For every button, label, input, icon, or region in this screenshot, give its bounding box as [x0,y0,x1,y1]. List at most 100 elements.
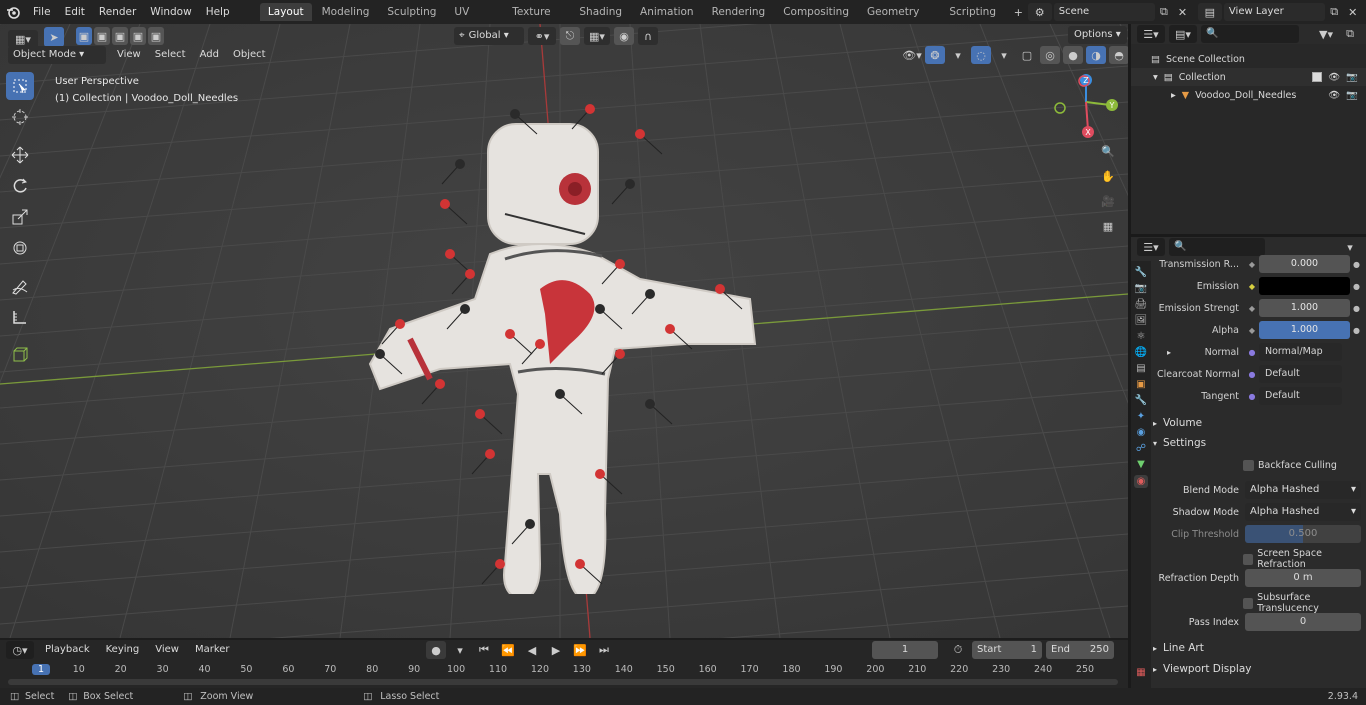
gizmo-dropdown-icon[interactable]: ▾ [948,46,968,64]
tab-texture-paint[interactable]: Texture Paint [504,3,569,36]
jump-start-icon[interactable]: ⏮ [474,641,494,659]
new-view-layer-icon[interactable]: ⧉ [1325,3,1344,21]
cursor-tool-icon[interactable] [6,103,34,131]
scale-tool-icon[interactable] [6,203,34,231]
delete-view-layer-icon[interactable]: ✕ [1343,3,1362,21]
start-frame-field[interactable]: Start 1 [972,641,1042,659]
linked-value-field[interactable]: Default [1259,365,1342,383]
wireframe-shading-icon[interactable]: ◎ [1040,46,1060,64]
select-intersect-icon[interactable]: ▣ [148,27,164,45]
voodoo-doll-model[interactable] [340,94,780,594]
move-tool-icon[interactable] [6,141,34,169]
menu-window[interactable]: Window [143,0,198,24]
navigation-gizmo[interactable]: Z Y X [1048,70,1120,142]
viewport-menu-add[interactable]: Add [193,46,226,64]
select-subtract-icon[interactable]: ▣ [112,27,128,45]
tab-uv-editing[interactable]: UV Editing [446,3,502,36]
view-layer-icon[interactable]: ▤ [1197,3,1222,21]
zoom-icon[interactable]: 🔍 [1098,142,1118,160]
overlay-toggle-icon[interactable]: ◌ [971,46,991,64]
viewport-menu-select[interactable]: Select [148,46,193,64]
tab-modeling[interactable]: Modeling [314,3,378,21]
select-new-icon[interactable]: ▣ [76,27,92,45]
tab-shading[interactable]: Shading [571,3,630,21]
color-swatch[interactable] [1259,277,1350,295]
ortho-grid-icon[interactable]: ▦ [1098,217,1118,235]
keyframe-dot-icon[interactable]: ● [1353,260,1360,269]
current-frame-field[interactable]: 1 [872,641,938,659]
socket-dot-icon[interactable]: ◆ [1245,326,1259,335]
settings-section[interactable]: ▾ Settings [1153,433,1366,453]
xray-toggle-icon[interactable]: ▢ [1017,46,1037,64]
physics-tab-icon[interactable]: ◉ [1137,427,1146,438]
value-slider[interactable]: 1.000 [1259,299,1350,317]
play-icon[interactable]: ▶ [546,641,566,659]
tab-layout[interactable]: Layout [259,3,312,21]
rendered-shading-icon[interactable]: ◓ [1109,46,1128,64]
value-slider[interactable]: 1.000 [1259,321,1350,339]
eye-icon[interactable]: 👁 [1328,72,1340,83]
timeline-scrollbar[interactable] [8,679,1118,685]
options-dropdown[interactable]: Options ▾ [1068,26,1127,44]
tab-scripting[interactable]: Scripting [941,3,1004,21]
next-keyframe-icon[interactable]: ⏩ [570,641,590,659]
ssr-checkbox[interactable] [1243,553,1254,565]
linked-value-field[interactable]: Normal/Map [1259,343,1342,361]
tree-row-collection[interactable]: ▾ ▤ Collection 👁 📷 [1131,68,1366,86]
keyframe-dot-icon[interactable]: ● [1353,304,1360,313]
menu-file[interactable]: File [26,0,58,24]
linked-value-field[interactable]: Default [1259,387,1342,405]
gizmo-toggle-icon[interactable]: ❂ [925,46,945,64]
scene-name-field[interactable]: Scene [1053,3,1155,21]
overlay-dropdown-icon[interactable]: ▾ [994,46,1014,64]
record-options-icon[interactable]: ▾ [450,641,470,659]
material-shading-icon[interactable]: ◑ [1086,46,1106,64]
tab-compositing[interactable]: Compositing [775,3,857,21]
camera-render-icon[interactable]: 📷 [1346,72,1358,83]
expand-arrow-icon[interactable]: ▸ [1167,348,1171,357]
timeline-menu-marker[interactable]: Marker [188,641,237,659]
timeline-editor-icon[interactable]: ◷▾ [6,641,34,659]
shadow-mode-dropdown[interactable]: Alpha Hashed ▾ [1245,503,1361,521]
refraction-depth-field[interactable]: 0 m [1245,569,1361,587]
end-frame-field[interactable]: End 250 [1046,641,1114,659]
socket-dot-icon[interactable]: ● [1245,370,1259,379]
viewport-menu-view[interactable]: View [110,46,148,64]
socket-dot-icon[interactable]: ◆ [1245,282,1259,291]
display-mode-icon[interactable]: ▤▾ [1169,25,1197,43]
timeline-menu-playback[interactable]: Playback [38,641,97,659]
annotate-tool-icon[interactable] [6,272,34,300]
stopwatch-icon[interactable]: ⏱ [948,641,968,659]
jump-end-icon[interactable]: ⏭ [594,641,614,659]
collapse-arrow-icon[interactable]: ▾ [1153,72,1158,83]
camera-view-icon[interactable]: 🎥 [1098,192,1118,210]
timeline-menu-view[interactable]: View [148,641,186,659]
value-slider[interactable]: 0.000 [1259,255,1350,273]
select-tool-icon[interactable]: ➤ [44,27,64,47]
menu-edit[interactable]: Edit [58,0,92,24]
expand-arrow-icon[interactable]: ▸ [1171,90,1176,101]
solid-shading-icon[interactable]: ● [1063,46,1083,64]
tab-rendering[interactable]: Rendering [704,3,774,21]
delete-scene-icon[interactable]: ✕ [1173,3,1192,21]
tree-row-scene-collection[interactable]: ▤ Scene Collection [1131,50,1366,68]
object-mode-dropdown[interactable]: Object Mode ▾ [8,46,106,64]
volume-section[interactable]: ▸ Volume [1153,413,1366,433]
object-camera-icon[interactable]: 📷 [1346,90,1358,101]
viewport-display-section[interactable]: ▸ Viewport Display [1153,659,1366,679]
select-extend-icon[interactable]: ▣ [94,27,110,45]
frame-ruler[interactable]: 1 10 20 30 40 50 60 70 80 90 100 110 120 130 140 150 160… [0,662,1128,678]
menu-help[interactable]: Help [199,0,237,24]
prev-keyframe-icon[interactable]: ⏪ [498,641,518,659]
blend-mode-dropdown[interactable]: Alpha Hashed ▾ [1245,481,1361,499]
object-eye-icon[interactable]: 👁 [1328,90,1340,101]
pass-index-field[interactable]: 0 [1245,613,1361,631]
falloff-icon[interactable]: ∩ [638,27,658,45]
clip-threshold-slider[interactable]: 0.500 [1245,525,1361,543]
filter-icon[interactable]: ▼▾ [1316,25,1336,43]
tree-row-object[interactable]: ▸ ▼ Voodoo_Doll_Needles 👁 📷 [1131,86,1366,104]
select-box-tool-icon[interactable] [6,72,34,100]
pivot-point-icon[interactable]: ⚭▾ [528,27,556,45]
backface-culling-checkbox[interactable] [1243,460,1254,471]
line-art-section[interactable]: ▸ Line Art [1153,638,1366,658]
